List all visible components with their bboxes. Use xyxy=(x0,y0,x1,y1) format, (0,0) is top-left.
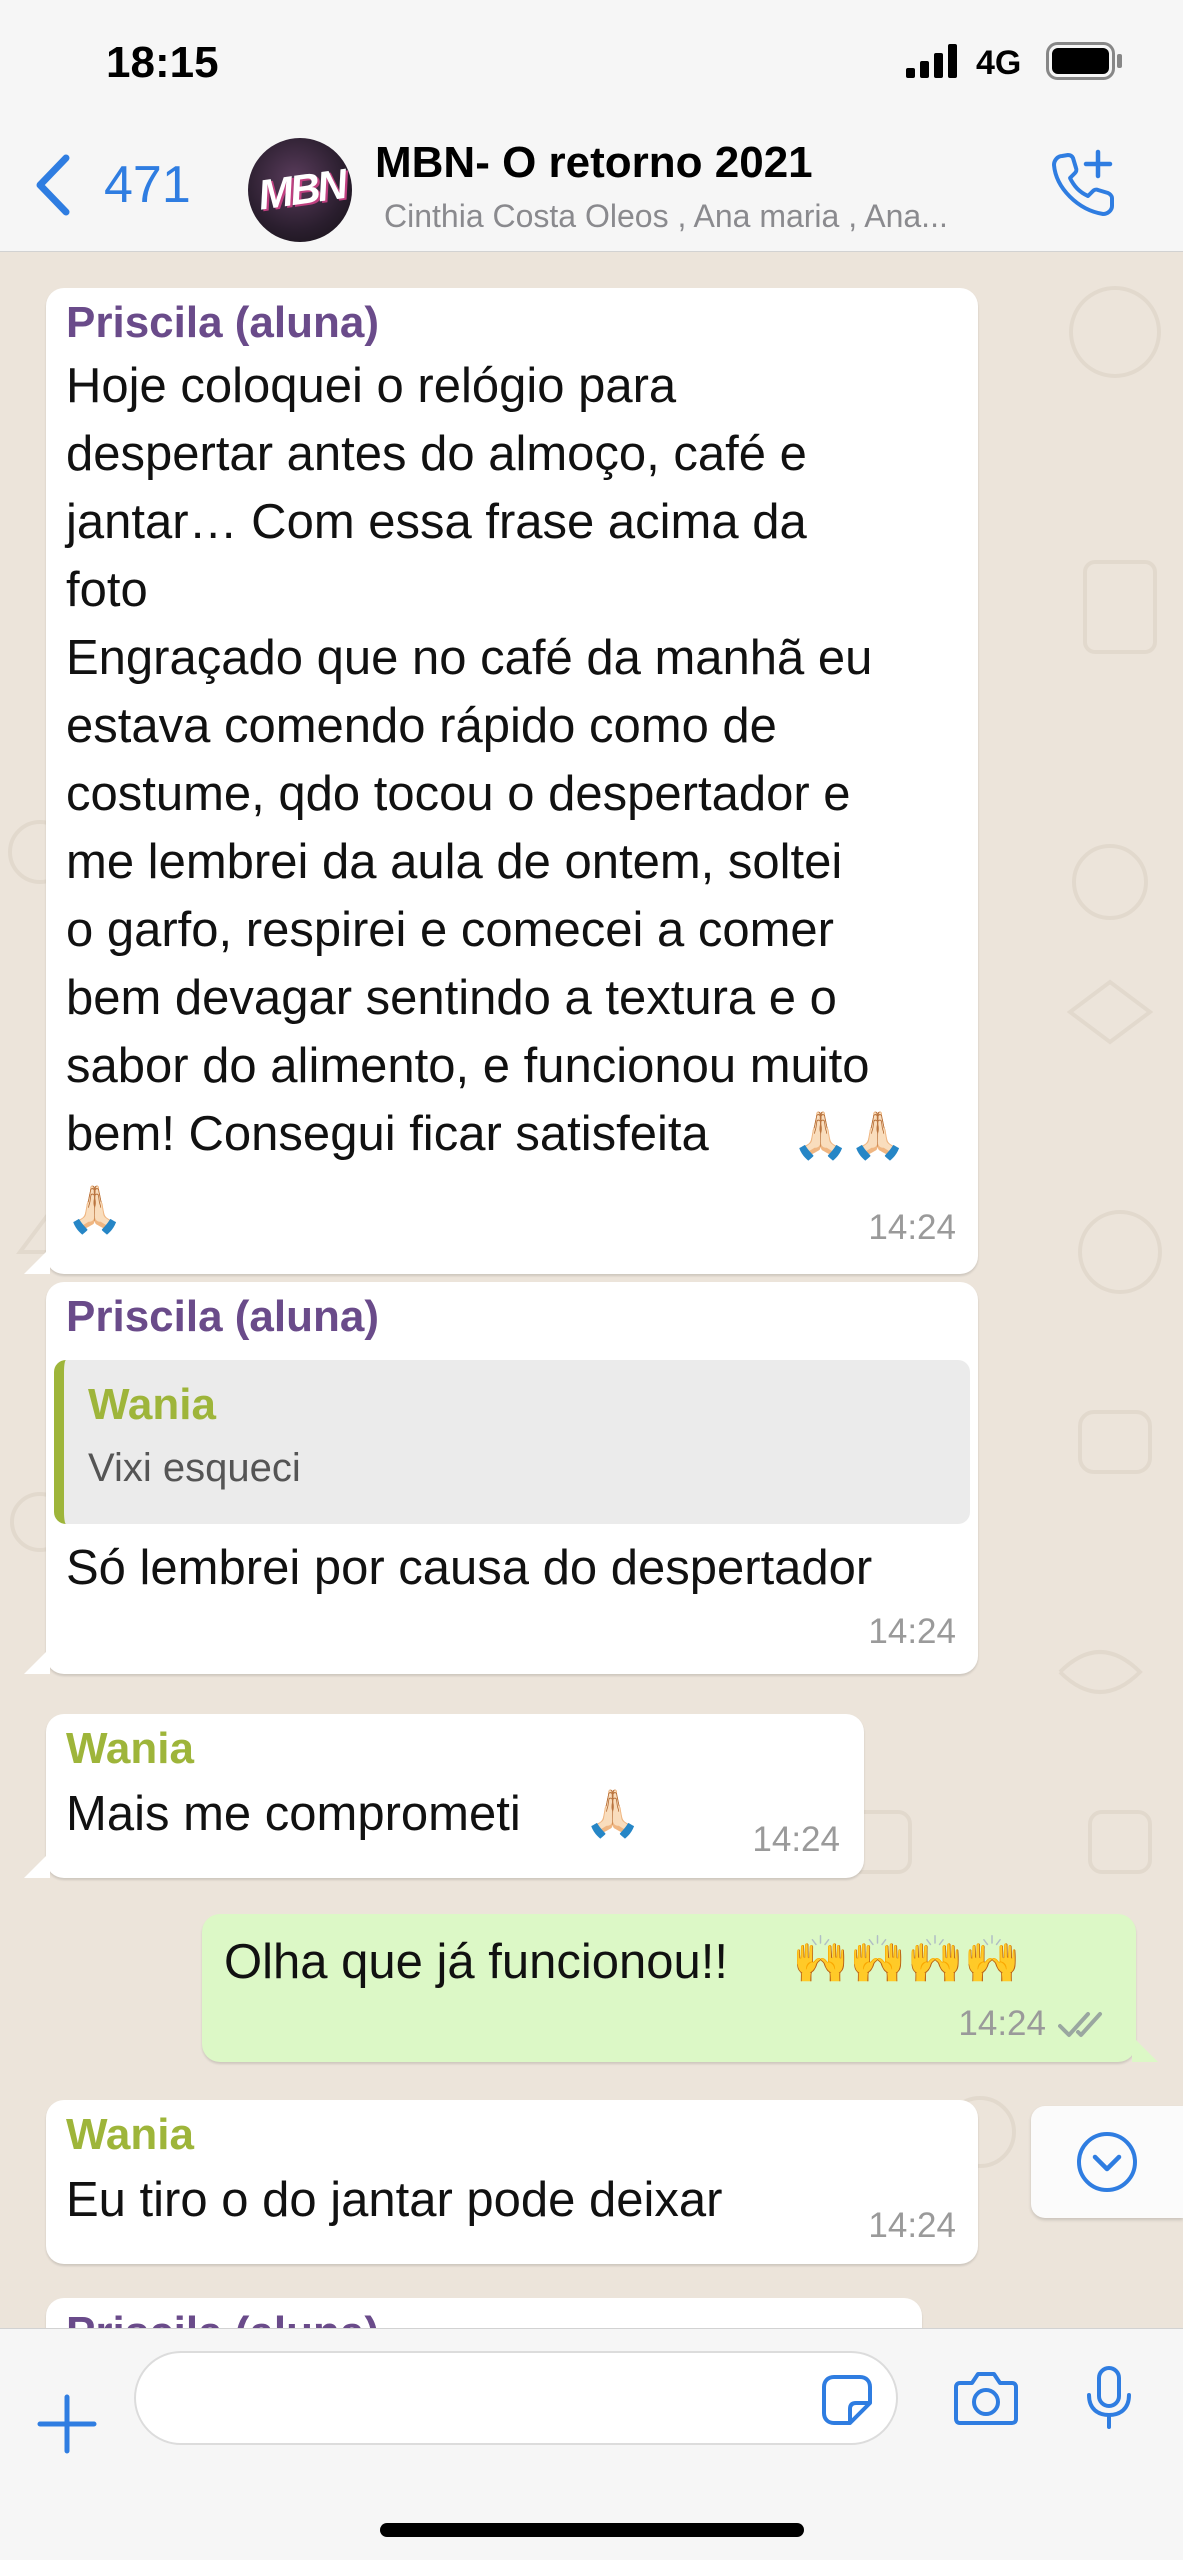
message-time: 14:24 xyxy=(958,2004,1046,2043)
message-bubble[interactable]: Wania Mais me comprometi 🙏🏻 14:24 xyxy=(24,1714,864,1878)
chevron-left-icon xyxy=(36,154,70,216)
group-name[interactable]: MBN- O retorno 2021 xyxy=(375,138,813,188)
message-time: 14:24 xyxy=(868,2206,956,2245)
message-sender[interactable]: Priscila (aluna) xyxy=(66,2306,379,2328)
network-label: 4G xyxy=(976,44,1022,82)
message-bubble[interactable]: Wania Eu tiro o do jantar pode deixar 14… xyxy=(46,2100,978,2264)
message-sender[interactable]: Wania xyxy=(66,2108,194,2162)
sticker-icon[interactable] xyxy=(820,2373,874,2427)
double-check-icon xyxy=(1058,2012,1102,2037)
message-text: Olha que já funcionou!! xyxy=(224,1935,728,1989)
pray-emoji: 🙏🏻 xyxy=(66,1182,124,1236)
message-bubble[interactable]: Priscila (aluna) Wania Vixi esqueci Só l… xyxy=(24,1282,978,1674)
battery-icon xyxy=(1046,42,1122,80)
message-bubble[interactable]: Priscila (aluna) Hoje coloquei o relógio… xyxy=(24,288,978,1274)
message-sender[interactable]: Wania xyxy=(66,1722,194,1776)
message-text: Mais me comprometi xyxy=(66,1787,521,1841)
message-input[interactable] xyxy=(134,2351,898,2445)
outgoing-message-bubble[interactable]: Olha que já funcionou!! 🙌🙌🙌🙌 14:24 xyxy=(202,1914,1158,2062)
signal-icon xyxy=(906,44,957,78)
pray-emoji: 🙏🏻 xyxy=(584,1786,642,1840)
status-bar: 18:15 4G xyxy=(0,0,1183,118)
message-bubble[interactable]: Priscila (aluna) xyxy=(46,2298,922,2328)
home-indicator xyxy=(380,2523,804,2537)
plus-icon[interactable] xyxy=(36,2393,98,2455)
chat-header: 471 MBN MBN- O retorno 2021 Cinthia Cost… xyxy=(0,118,1183,252)
chevron-down-circle-icon xyxy=(1077,2132,1137,2192)
camera-icon[interactable] xyxy=(954,2369,1018,2427)
quoted-text: Vixi esqueci xyxy=(88,1446,301,1490)
unread-count: 471 xyxy=(104,156,191,214)
chat-area[interactable]: Priscila (aluna) Hoje coloquei o relógio… xyxy=(0,252,1183,2328)
message-time: 14:24 xyxy=(868,1208,956,1247)
message-time: 14:24 xyxy=(868,1612,956,1651)
scroll-to-bottom-button[interactable] xyxy=(1031,2106,1183,2218)
message-time: 14:24 xyxy=(752,1820,840,1859)
pray-emoji: 🙏🏻🙏🏻 xyxy=(792,1108,907,1162)
group-members[interactable]: Cinthia Costa Oleos , Ana maria , Ana... xyxy=(384,198,1024,235)
quoted-sender: Wania xyxy=(88,1380,216,1429)
message-sender[interactable]: Priscila (aluna) xyxy=(66,1290,379,1344)
whatsapp-chat-screen: 18:15 4G 471 MBN MBN- O retorno 2021 Cin… xyxy=(0,0,1183,2560)
message-sender[interactable]: Priscila (aluna) xyxy=(66,296,379,350)
add-call-icon[interactable] xyxy=(1048,148,1120,220)
group-avatar[interactable]: MBN xyxy=(248,138,352,242)
message-text: Só lembrei por causa do despertador xyxy=(66,1541,873,1595)
back-button[interactable]: 471 xyxy=(30,148,200,222)
message-text: Hoje coloquei o relógio para despertar a… xyxy=(66,359,873,1161)
raised-hands-emoji: 🙌🙌🙌🙌 xyxy=(792,1932,1022,1986)
quoted-message[interactable]: Wania Vixi esqueci xyxy=(54,1360,970,1524)
message-input-bar xyxy=(0,2328,1183,2560)
message-text: Eu tiro o do jantar pode deixar xyxy=(66,2173,723,2227)
status-time: 18:15 xyxy=(106,38,219,87)
avatar-logo-text: MBN xyxy=(255,160,348,219)
microphone-icon[interactable] xyxy=(1084,2365,1134,2431)
